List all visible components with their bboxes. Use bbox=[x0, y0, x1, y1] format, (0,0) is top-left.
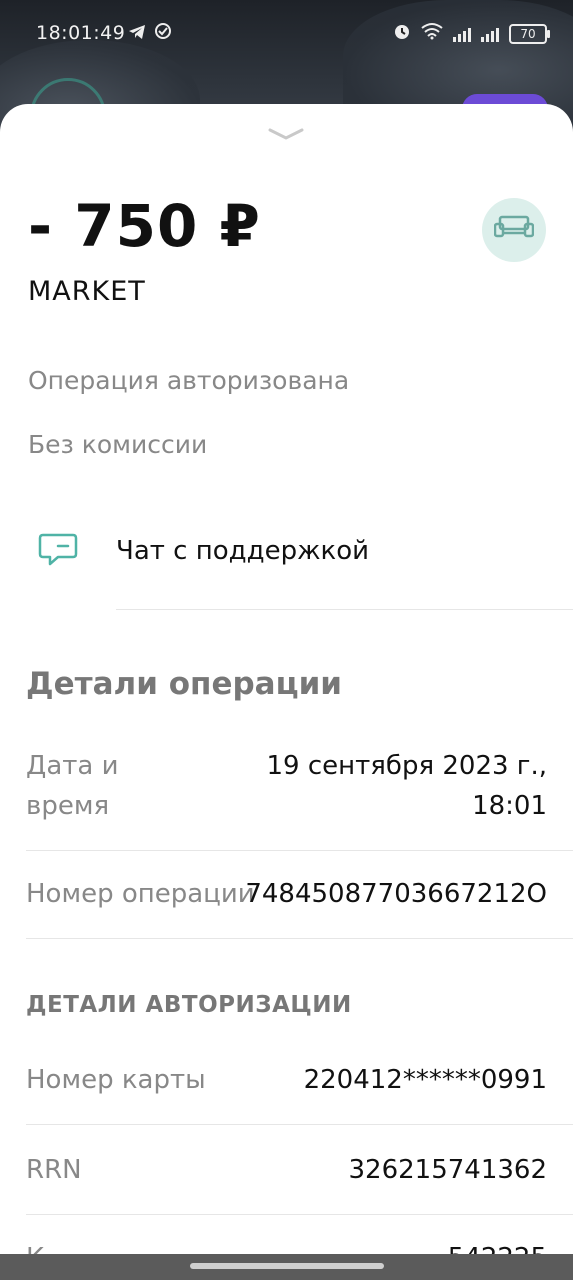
authorization-section-title: ДЕТАЛИ АВТОРИЗАЦИИ bbox=[26, 992, 352, 1018]
alarm-icon bbox=[393, 22, 411, 45]
divider bbox=[26, 1124, 573, 1125]
support-chat-label: Чат с поддержкой bbox=[116, 536, 370, 566]
chat-bubble-icon bbox=[38, 532, 78, 572]
operation-number-row: Номер операции 74845087703667212О bbox=[0, 874, 573, 940]
signal-icon bbox=[481, 26, 499, 42]
status-bar: 18:01:49 70 bbox=[0, 0, 573, 52]
operation-number-label: Номер операции bbox=[26, 879, 255, 909]
chevron-down-icon[interactable] bbox=[268, 126, 304, 145]
divider bbox=[116, 609, 573, 610]
system-nav-bar bbox=[0, 1254, 573, 1280]
rrn-row: RRN 326215741362 bbox=[0, 1150, 573, 1216]
details-section-title: Детали операции bbox=[26, 666, 343, 702]
date-value: 19 сентября 2023 г., 18:01 bbox=[266, 751, 548, 821]
transaction-amount: - 750 ₽ bbox=[28, 192, 261, 260]
rrn-label: RRN bbox=[26, 1155, 82, 1185]
battery-icon: 70 bbox=[509, 23, 550, 44]
sync-icon bbox=[154, 22, 172, 45]
telegram-icon bbox=[128, 23, 146, 45]
battery-level: 70 bbox=[520, 26, 536, 41]
date-label: Дата и время bbox=[26, 751, 119, 821]
commission-info: Без комиссии bbox=[28, 430, 208, 459]
signal-icon bbox=[453, 26, 471, 42]
sofa-icon bbox=[493, 215, 535, 245]
merchant-name: MARKET bbox=[28, 276, 146, 307]
operation-number-value[interactable]: 74845087703667212О bbox=[245, 874, 547, 914]
card-number-value: 220412******0991 bbox=[303, 1065, 547, 1095]
card-number-row: Номер карты 220412******0991 bbox=[0, 1060, 573, 1126]
wifi-icon bbox=[421, 22, 443, 45]
status-time: 18:01:49 bbox=[36, 22, 126, 44]
date-row: Дата и время 19 сентября 2023 г., 18:01 bbox=[0, 746, 573, 852]
rrn-value[interactable]: 326215741362 bbox=[348, 1150, 547, 1190]
divider bbox=[26, 938, 573, 939]
support-chat-button[interactable]: Чат с поддержкой bbox=[0, 522, 573, 610]
divider bbox=[26, 1214, 573, 1215]
transaction-sheet: - 750 ₽ MARKET Операция авторизована Без… bbox=[0, 104, 573, 1280]
divider bbox=[26, 850, 573, 851]
card-number-label: Номер карты bbox=[26, 1065, 206, 1095]
category-badge bbox=[482, 198, 546, 262]
operation-status: Операция авторизована bbox=[28, 366, 350, 395]
home-gesture-handle[interactable] bbox=[190, 1263, 384, 1269]
